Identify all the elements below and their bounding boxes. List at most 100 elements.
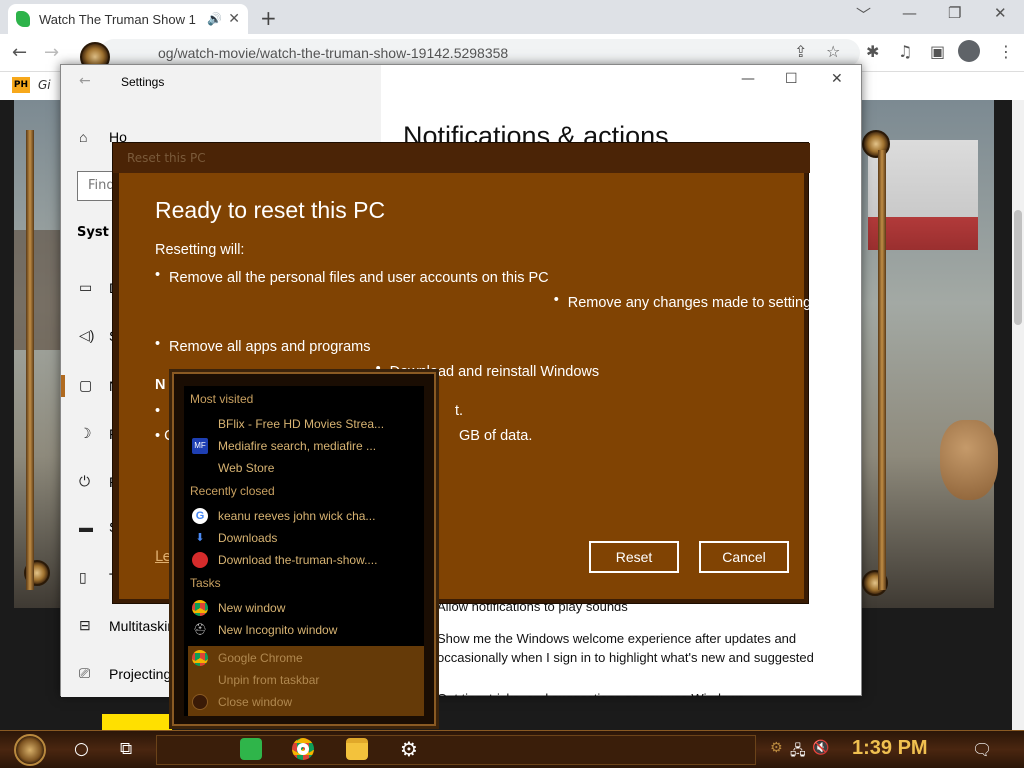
restore-button[interactable]: ❐ bbox=[948, 4, 961, 22]
share-icon[interactable]: ⇪ bbox=[794, 42, 807, 61]
dialog-intro: Resetting will: bbox=[155, 242, 245, 258]
jump-item-incognito[interactable]: ⛑ New Incognito window bbox=[192, 620, 414, 640]
new-tab-button[interactable]: + bbox=[260, 6, 277, 30]
scroll-thumb[interactable] bbox=[1014, 210, 1022, 325]
reset-button[interactable]: Reset bbox=[589, 541, 679, 573]
site-favicon bbox=[16, 11, 30, 27]
selection-indicator bbox=[61, 375, 65, 397]
sidebar-item-label: Projecting bbox=[109, 665, 172, 682]
home-icon: ⌂ bbox=[79, 129, 88, 145]
address-bar[interactable]: og/watch-movie/watch-the-truman-show-191… bbox=[100, 39, 860, 67]
jump-item-web-store[interactable]: Web Store bbox=[192, 458, 414, 478]
chrome-icon[interactable] bbox=[292, 738, 314, 760]
unpin-icon bbox=[192, 672, 208, 688]
jump-item-keanu[interactable]: G keanu reeves john wick cha... bbox=[192, 506, 414, 526]
yellow-page-button[interactable] bbox=[102, 714, 172, 730]
pipe-decoration bbox=[26, 130, 34, 590]
close-tab-icon[interactable]: ✕ bbox=[228, 11, 240, 27]
page-scrollbar[interactable] bbox=[1012, 100, 1024, 730]
bullet-item: Remove all apps and programs bbox=[155, 339, 371, 355]
jump-item-label: Close window bbox=[218, 695, 293, 709]
bflix-icon bbox=[192, 416, 208, 432]
jump-item-label: keanu reeves john wick cha... bbox=[218, 509, 376, 523]
sidebar-item-projecting[interactable]: ⎚ Projecting bbox=[79, 665, 171, 682]
sidebar-item-multitasking[interactable]: ⊟ Multitasking bbox=[79, 617, 183, 634]
minimize-button[interactable]: — bbox=[902, 4, 917, 22]
download-icon: ⬇ bbox=[195, 532, 205, 544]
notification-center-icon[interactable]: 🗨 bbox=[972, 740, 992, 759]
close-button[interactable]: ✕ bbox=[831, 71, 843, 87]
site-icon bbox=[192, 552, 208, 568]
jump-item-mediafire[interactable]: MF Mediafire search, mediafire ... bbox=[192, 436, 414, 456]
cancel-button[interactable]: Cancel bbox=[699, 541, 789, 573]
url-text: og/watch-movie/watch-the-truman-show-191… bbox=[158, 45, 509, 61]
partial-bullet: • bbox=[155, 403, 161, 419]
file-explorer-icon[interactable] bbox=[346, 738, 368, 760]
partial-text: GB of data. bbox=[459, 428, 533, 444]
hamster-image bbox=[940, 420, 998, 500]
maximize-button[interactable]: ☐ bbox=[785, 71, 798, 87]
tray-gear-icon[interactable]: ⚙ bbox=[770, 740, 783, 756]
jump-item-unpin[interactable]: Unpin from taskbar bbox=[192, 670, 414, 690]
jump-item-close-window[interactable]: Close window bbox=[192, 692, 414, 712]
close-window-button[interactable]: ✕ bbox=[994, 4, 1007, 22]
back-arrow-icon[interactable]: ← bbox=[12, 42, 27, 63]
profile-avatar[interactable] bbox=[958, 40, 980, 62]
search-placeholder: Find bbox=[88, 178, 115, 193]
setting-welcome-experience[interactable]: Show me the Windows welcome experience a… bbox=[437, 629, 857, 667]
jump-item-bflix[interactable]: BFlix - Free HD Movies Strea... bbox=[192, 414, 414, 434]
pipe-decoration bbox=[878, 150, 886, 590]
partial-heading: N bbox=[155, 377, 166, 393]
jump-item-label: New Incognito window bbox=[218, 623, 338, 637]
network-icon[interactable]: 🖧 bbox=[790, 740, 806, 764]
tab-search-icon[interactable]: ﹀ bbox=[856, 4, 871, 25]
close-window-icon bbox=[192, 694, 208, 710]
jump-item-label: New window bbox=[218, 601, 286, 615]
jump-item-downloads[interactable]: ⬇ Downloads bbox=[192, 528, 414, 548]
cortana-icon[interactable]: ○ bbox=[74, 739, 89, 759]
settings-icon[interactable]: ⚙ bbox=[400, 737, 418, 761]
tab-title: Watch The Truman Show 1 bbox=[39, 11, 196, 27]
notifications-icon: ▢ bbox=[79, 377, 93, 393]
bullet-item: Remove any changes made to settings bbox=[554, 295, 819, 311]
start-icon[interactable] bbox=[14, 734, 46, 766]
storage-icon: ▬ bbox=[79, 519, 93, 535]
chrome-jump-list: Most visited BFlix - Free HD Movies Stre… bbox=[172, 372, 436, 726]
jump-item-label: Download the-truman-show.... bbox=[218, 553, 378, 567]
multitasking-icon: ⊟ bbox=[79, 617, 91, 633]
extensions-icon[interactable]: ✱ bbox=[866, 42, 879, 61]
side-panel-icon[interactable]: ▣ bbox=[930, 42, 945, 61]
projecting-icon: ⎚ bbox=[79, 665, 91, 681]
dialog-title: Reset this PC bbox=[127, 151, 206, 165]
sound-icon: ◁) bbox=[79, 327, 95, 343]
chrome-web-store-icon bbox=[192, 460, 208, 476]
jump-item-truman-download[interactable]: Download the-truman-show.... bbox=[192, 550, 414, 570]
notes-icon[interactable] bbox=[240, 738, 262, 760]
volume-muted-icon[interactable]: 🔇 bbox=[812, 740, 829, 756]
menu-kebab-icon[interactable]: ⋮ bbox=[998, 42, 1014, 61]
partial-text: t. bbox=[455, 403, 464, 419]
ph-bookmark-icon[interactable]: PH bbox=[12, 77, 30, 93]
settings-title: Settings bbox=[121, 75, 165, 89]
task-view-icon[interactable]: ⧉ bbox=[120, 739, 132, 759]
taskbar-clock[interactable]: 1:39 PM bbox=[852, 737, 928, 760]
focus-assist-icon: ☽ bbox=[79, 425, 92, 441]
tablet-icon: ▯ bbox=[79, 569, 87, 585]
jump-item-label: Google Chrome bbox=[218, 651, 303, 665]
mediafire-icon: MF bbox=[192, 438, 208, 454]
dialog-heading: Ready to reset this PC bbox=[155, 197, 386, 223]
jump-item-label: Web Store bbox=[218, 461, 275, 475]
chrome-icon bbox=[192, 650, 208, 666]
browser-tab[interactable]: Watch The Truman Show 1 🔊 ✕ bbox=[8, 4, 248, 34]
bookmark-star-icon[interactable]: ☆ bbox=[826, 42, 840, 61]
bookmark-label[interactable]: Gi bbox=[38, 78, 51, 92]
minimize-button[interactable]: — bbox=[741, 71, 755, 87]
setting-tips[interactable]: Get tips, tricks, and suggestions as you… bbox=[437, 689, 857, 697]
forward-arrow-icon[interactable]: → bbox=[44, 42, 59, 63]
speaker-icon[interactable]: 🔊 bbox=[207, 12, 222, 26]
jump-item-new-window[interactable]: New window bbox=[192, 598, 414, 618]
chrome-icon bbox=[192, 600, 208, 616]
jump-item-google-chrome[interactable]: Google Chrome bbox=[192, 648, 414, 668]
back-arrow-icon[interactable]: ← bbox=[79, 73, 91, 89]
media-control-icon[interactable]: ♫ bbox=[898, 42, 912, 61]
